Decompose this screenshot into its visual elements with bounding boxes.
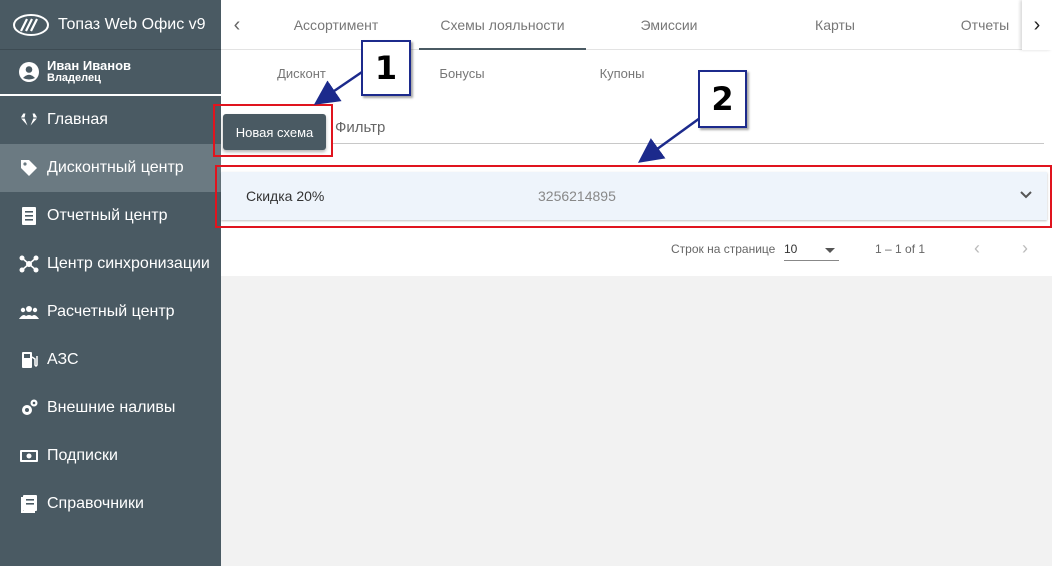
chevron-left-icon: ‹ bbox=[974, 238, 980, 258]
gears-icon bbox=[19, 398, 39, 418]
book-icon bbox=[19, 494, 39, 514]
main-content: ‹ Ассортимент Схемы лояльности Эмиссии К… bbox=[221, 0, 1052, 566]
app-title: Топаз Web Офис v9 bbox=[58, 15, 206, 33]
users-icon bbox=[19, 302, 39, 322]
rows-per-page-label: Строк на странице bbox=[671, 242, 776, 256]
sidebar-item-gas-station[interactable]: АЗС bbox=[0, 336, 221, 384]
sidebar-item-label: Главная bbox=[47, 111, 108, 128]
caret-down-icon bbox=[825, 248, 835, 253]
diamond-icon bbox=[19, 110, 39, 130]
previous-page-button[interactable]: ‹ bbox=[967, 238, 987, 260]
callout-2: 2 bbox=[698, 70, 747, 128]
sidebar-item-discount-center[interactable]: Дисконтный центр bbox=[0, 144, 221, 192]
pagination: Строк на странице 10 1 – 1 of 1 ‹ › bbox=[221, 234, 1052, 264]
tabs-scroll-right-button[interactable]: › bbox=[1022, 0, 1052, 50]
sidebar-item-label: Дисконтный центр bbox=[47, 159, 184, 176]
filter-input[interactable] bbox=[333, 108, 1044, 144]
sidebar-item-report-center[interactable]: Отчетный центр bbox=[0, 192, 221, 240]
sidebar-item-references[interactable]: Справочники bbox=[0, 480, 221, 528]
chevron-right-icon: › bbox=[1033, 13, 1041, 36]
network-icon bbox=[19, 254, 39, 274]
sub-tabs: Дисконт Бонусы Купоны bbox=[221, 50, 1052, 98]
chevron-left-icon: ‹ bbox=[233, 13, 241, 36]
rows-per-page-value: 10 bbox=[784, 242, 798, 256]
subtab-coupons[interactable]: Купоны bbox=[542, 50, 702, 98]
account-circle-icon bbox=[19, 62, 39, 82]
tabs-scroll-left-button[interactable]: ‹ bbox=[221, 0, 253, 50]
scheme-code: 3256214895 bbox=[538, 188, 616, 204]
top-tabs: ‹ Ассортимент Схемы лояльности Эмиссии К… bbox=[221, 0, 1052, 50]
money-icon bbox=[19, 446, 39, 466]
table-row[interactable]: Скидка 20% 3256214895 bbox=[221, 172, 1047, 220]
brand[interactable]: Топаз Web Офис v9 bbox=[0, 0, 221, 50]
user-name: Иван Иванов bbox=[47, 58, 132, 73]
sidebar-item-sync-center[interactable]: Центр синхронизации bbox=[0, 240, 221, 288]
topaz-logo-icon bbox=[13, 13, 49, 36]
next-page-button[interactable]: › bbox=[1015, 238, 1035, 260]
sidebar-item-external-fills[interactable]: Внешние наливы bbox=[0, 384, 221, 432]
sidebar-item-billing-center[interactable]: Расчетный центр bbox=[0, 288, 221, 336]
tag-icon bbox=[19, 158, 39, 178]
user-role: Владелец bbox=[47, 72, 101, 84]
tab-emissions[interactable]: Эмиссии bbox=[586, 0, 752, 50]
sidebar: Топаз Web Офис v9 Иван Иванов Владелец Г… bbox=[0, 0, 221, 566]
rows-per-page-select[interactable]: 10 bbox=[784, 237, 839, 261]
sidebar-item-label: Внешние наливы bbox=[47, 399, 176, 416]
callout-1: 1 bbox=[361, 40, 411, 96]
tab-loyalty-schemes[interactable]: Схемы лояльности bbox=[419, 0, 586, 50]
subtab-discount[interactable]: Дисконт bbox=[221, 50, 382, 98]
chevron-right-icon: › bbox=[1022, 238, 1028, 258]
sidebar-item-label: Подписки bbox=[47, 447, 118, 464]
sidebar-item-label: Отчетный центр bbox=[47, 207, 168, 224]
user-profile[interactable]: Иван Иванов Владелец bbox=[0, 50, 221, 96]
content-panel: ‹ Ассортимент Схемы лояльности Эмиссии К… bbox=[221, 0, 1052, 276]
page-range: 1 – 1 of 1 bbox=[875, 242, 926, 256]
sidebar-item-label: Центр синхронизации bbox=[47, 255, 210, 272]
app-window: Топаз Web Офис v9 Иван Иванов Владелец Г… bbox=[0, 0, 1052, 566]
fuel-pump-icon bbox=[19, 350, 39, 370]
report-icon bbox=[19, 206, 39, 226]
chevron-down-icon[interactable] bbox=[1019, 188, 1033, 202]
sidebar-item-home[interactable]: Главная bbox=[0, 96, 221, 144]
tab-cards[interactable]: Карты bbox=[752, 0, 918, 50]
new-scheme-button[interactable]: Новая схема bbox=[223, 114, 326, 150]
sidebar-item-label: АЗС bbox=[47, 351, 79, 368]
sidebar-nav: Главная Дисконтный центр Отчетный центр … bbox=[0, 96, 221, 528]
sidebar-item-subscriptions[interactable]: Подписки bbox=[0, 432, 221, 480]
sidebar-item-label: Справочники bbox=[47, 495, 144, 512]
sidebar-item-label: Расчетный центр bbox=[47, 303, 175, 320]
scheme-name: Скидка 20% bbox=[246, 188, 325, 204]
